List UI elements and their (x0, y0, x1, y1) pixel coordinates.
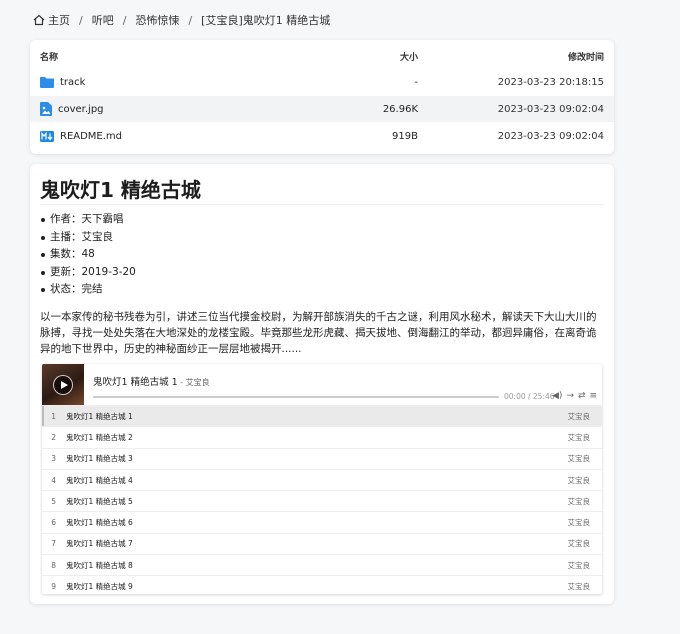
track-name: 鬼吹灯1 精绝古城 6 (66, 518, 133, 528)
playlist-item[interactable]: 1 鬼吹灯1 精绝古城 1 艾宝良 (42, 405, 602, 427)
file-list-header: 名称 大小 修改时间 (30, 43, 614, 69)
file-time: 2023-03-23 09:02:04 (497, 130, 604, 142)
info-author: 作者：天下霸唱 (40, 211, 136, 229)
track-name: 鬼吹灯1 精绝古城 1 (66, 411, 133, 421)
track-number: 3 (51, 454, 56, 464)
playlist-item[interactable]: 5 鬼吹灯1 精绝古城 5 艾宝良 (42, 490, 602, 511)
track-artist-cell: 艾宝良 (567, 518, 591, 528)
playlist-item[interactable]: 4 鬼吹灯1 精绝古城 4 艾宝良 (42, 468, 602, 490)
file-name[interactable]: track (60, 77, 85, 88)
breadcrumb-home[interactable]: 主页 (33, 12, 70, 28)
column-size-header[interactable]: 大小 (400, 50, 418, 63)
info-updated: 更新：2019-3-20 (40, 264, 136, 282)
track-artist-cell: 艾宝良 (567, 560, 591, 570)
file-row-readme[interactable]: README.md 919B 2023-03-23 09:02:04 (30, 123, 614, 149)
file-list: 名称 大小 修改时间 track - 2023-03-23 20:18:15 c… (30, 40, 614, 154)
track-number: 4 (51, 475, 56, 485)
file-time: 2023-03-23 20:18:15 (497, 76, 604, 88)
breadcrumb-separator: / (122, 13, 127, 27)
track-number: 5 (51, 496, 56, 506)
breadcrumb-item[interactable]: 听吧 (92, 12, 114, 28)
file-name[interactable]: cover.jpg (58, 104, 104, 115)
track-title: 鬼吹灯1 精绝古城 1 (93, 377, 178, 388)
track-artist-cell: 艾宝良 (567, 582, 591, 592)
info-episodes: 集数：48 (40, 246, 136, 264)
album-cover[interactable] (42, 364, 84, 406)
playlist-item[interactable]: 3 鬼吹灯1 精绝古城 3 艾宝良 (42, 447, 602, 469)
breadcrumb-item-current[interactable]: [艾宝良]鬼吹灯1 精绝古城 (201, 12, 330, 28)
active-indicator (42, 406, 44, 427)
breadcrumb: 主页 / 听吧 / 恐怖惊悚 / [艾宝良]鬼吹灯1 精绝古城 (33, 12, 330, 28)
menu-icon[interactable]: ≡ (590, 391, 598, 401)
player-controls: ◀) → ⇄ ≡ (552, 391, 597, 401)
track-name: 鬼吹灯1 精绝古城 4 (66, 475, 133, 485)
file-size: 26.96K (382, 103, 418, 115)
order-icon[interactable]: → (566, 391, 574, 401)
readme-title: 鬼吹灯1 精绝古城 (40, 178, 201, 202)
loop-icon[interactable]: ⇄ (578, 391, 586, 401)
track-name: 鬼吹灯1 精绝古城 3 (66, 454, 133, 464)
play-icon[interactable] (53, 375, 73, 395)
breadcrumb-separator: / (79, 13, 83, 27)
playback-time: 00:00 / 25:46 (504, 392, 555, 401)
home-icon (33, 14, 45, 26)
readme-info-list: 作者：天下霸唱 主播：艾宝良 集数：48 更新：2019-3-20 状态：完结 (40, 211, 136, 299)
track-name: 鬼吹灯1 精绝古城 7 (66, 539, 133, 549)
track-name: 鬼吹灯1 精绝古城 9 (66, 582, 133, 592)
folder-icon (40, 77, 54, 88)
track-number: 6 (51, 518, 56, 528)
breadcrumb-separator: / (188, 13, 193, 27)
readme-description: 以一本家传的秘书残卷为引，讲述三位当代摸金校尉，为解开部族消失的千古之谜，利用风… (40, 311, 597, 355)
playlist-item[interactable]: 8 鬼吹灯1 精绝古城 8 艾宝良 (42, 554, 602, 575)
track-name: 鬼吹灯1 精绝古城 8 (66, 560, 133, 570)
track-number: 2 (51, 432, 56, 442)
info-status: 状态：完结 (40, 281, 136, 299)
file-size: - (414, 76, 418, 88)
divider (40, 204, 604, 205)
track-number: 1 (51, 411, 56, 421)
file-size: 919B (392, 130, 418, 142)
track-number: 9 (51, 582, 56, 592)
column-name-header[interactable]: 名称 (40, 50, 58, 63)
playlist-item[interactable]: 9 鬼吹灯1 精绝古城 9 艾宝良 (42, 575, 602, 594)
track-number: 8 (51, 560, 56, 570)
column-time-header[interactable]: 修改时间 (568, 50, 604, 63)
track-artist-cell: 艾宝良 (567, 539, 591, 549)
playlist-item[interactable]: 6 鬼吹灯1 精绝古城 6 艾宝良 (42, 511, 602, 532)
track-artist-cell: 艾宝良 (567, 454, 591, 464)
now-playing-title: 鬼吹灯1 精绝古城 1 - 艾宝良 (93, 374, 210, 388)
track-artist-cell: 艾宝良 (567, 411, 591, 421)
file-row-cover[interactable]: cover.jpg 26.96K 2023-03-23 09:02:04 (30, 96, 614, 122)
track-artist: - 艾宝良 (177, 378, 210, 387)
playlist: 1 鬼吹灯1 精绝古城 1 艾宝良 2 鬼吹灯1 精绝古城 2 艾宝良 3 鬼吹灯1 精绝… (42, 405, 602, 594)
readme-panel: 鬼吹灯1 精绝古城 作者：天下霸唱 主播：艾宝良 集数：48 更新：2019-3… (30, 164, 614, 604)
audio-player: 鬼吹灯1 精绝古城 1 - 艾宝良 00:00 / 25:46 ◀) → ⇄ ≡… (42, 364, 602, 594)
volume-icon[interactable]: ◀) (552, 391, 562, 401)
track-artist-cell: 艾宝良 (567, 432, 591, 442)
progress-bar[interactable] (93, 396, 499, 398)
breadcrumb-home-label: 主页 (48, 14, 70, 27)
markdown-icon (40, 130, 54, 142)
track-name: 鬼吹灯1 精绝古城 5 (66, 496, 133, 506)
playlist-item[interactable]: 2 鬼吹灯1 精绝古城 2 艾宝良 (42, 426, 602, 447)
file-row-track[interactable]: track - 2023-03-23 20:18:15 (30, 69, 614, 95)
track-name: 鬼吹灯1 精绝古城 2 (66, 432, 133, 442)
info-narrator: 主播：艾宝良 (40, 229, 136, 247)
image-file-icon (40, 102, 52, 116)
file-name[interactable]: README.md (60, 131, 122, 142)
breadcrumb-item[interactable]: 恐怖惊悚 (135, 12, 179, 28)
track-number: 7 (51, 539, 56, 549)
file-time: 2023-03-23 09:02:04 (497, 103, 604, 115)
playlist-item[interactable]: 7 鬼吹灯1 精绝古城 7 艾宝良 (42, 532, 602, 554)
track-artist-cell: 艾宝良 (567, 496, 591, 506)
track-artist-cell: 艾宝良 (567, 475, 591, 485)
